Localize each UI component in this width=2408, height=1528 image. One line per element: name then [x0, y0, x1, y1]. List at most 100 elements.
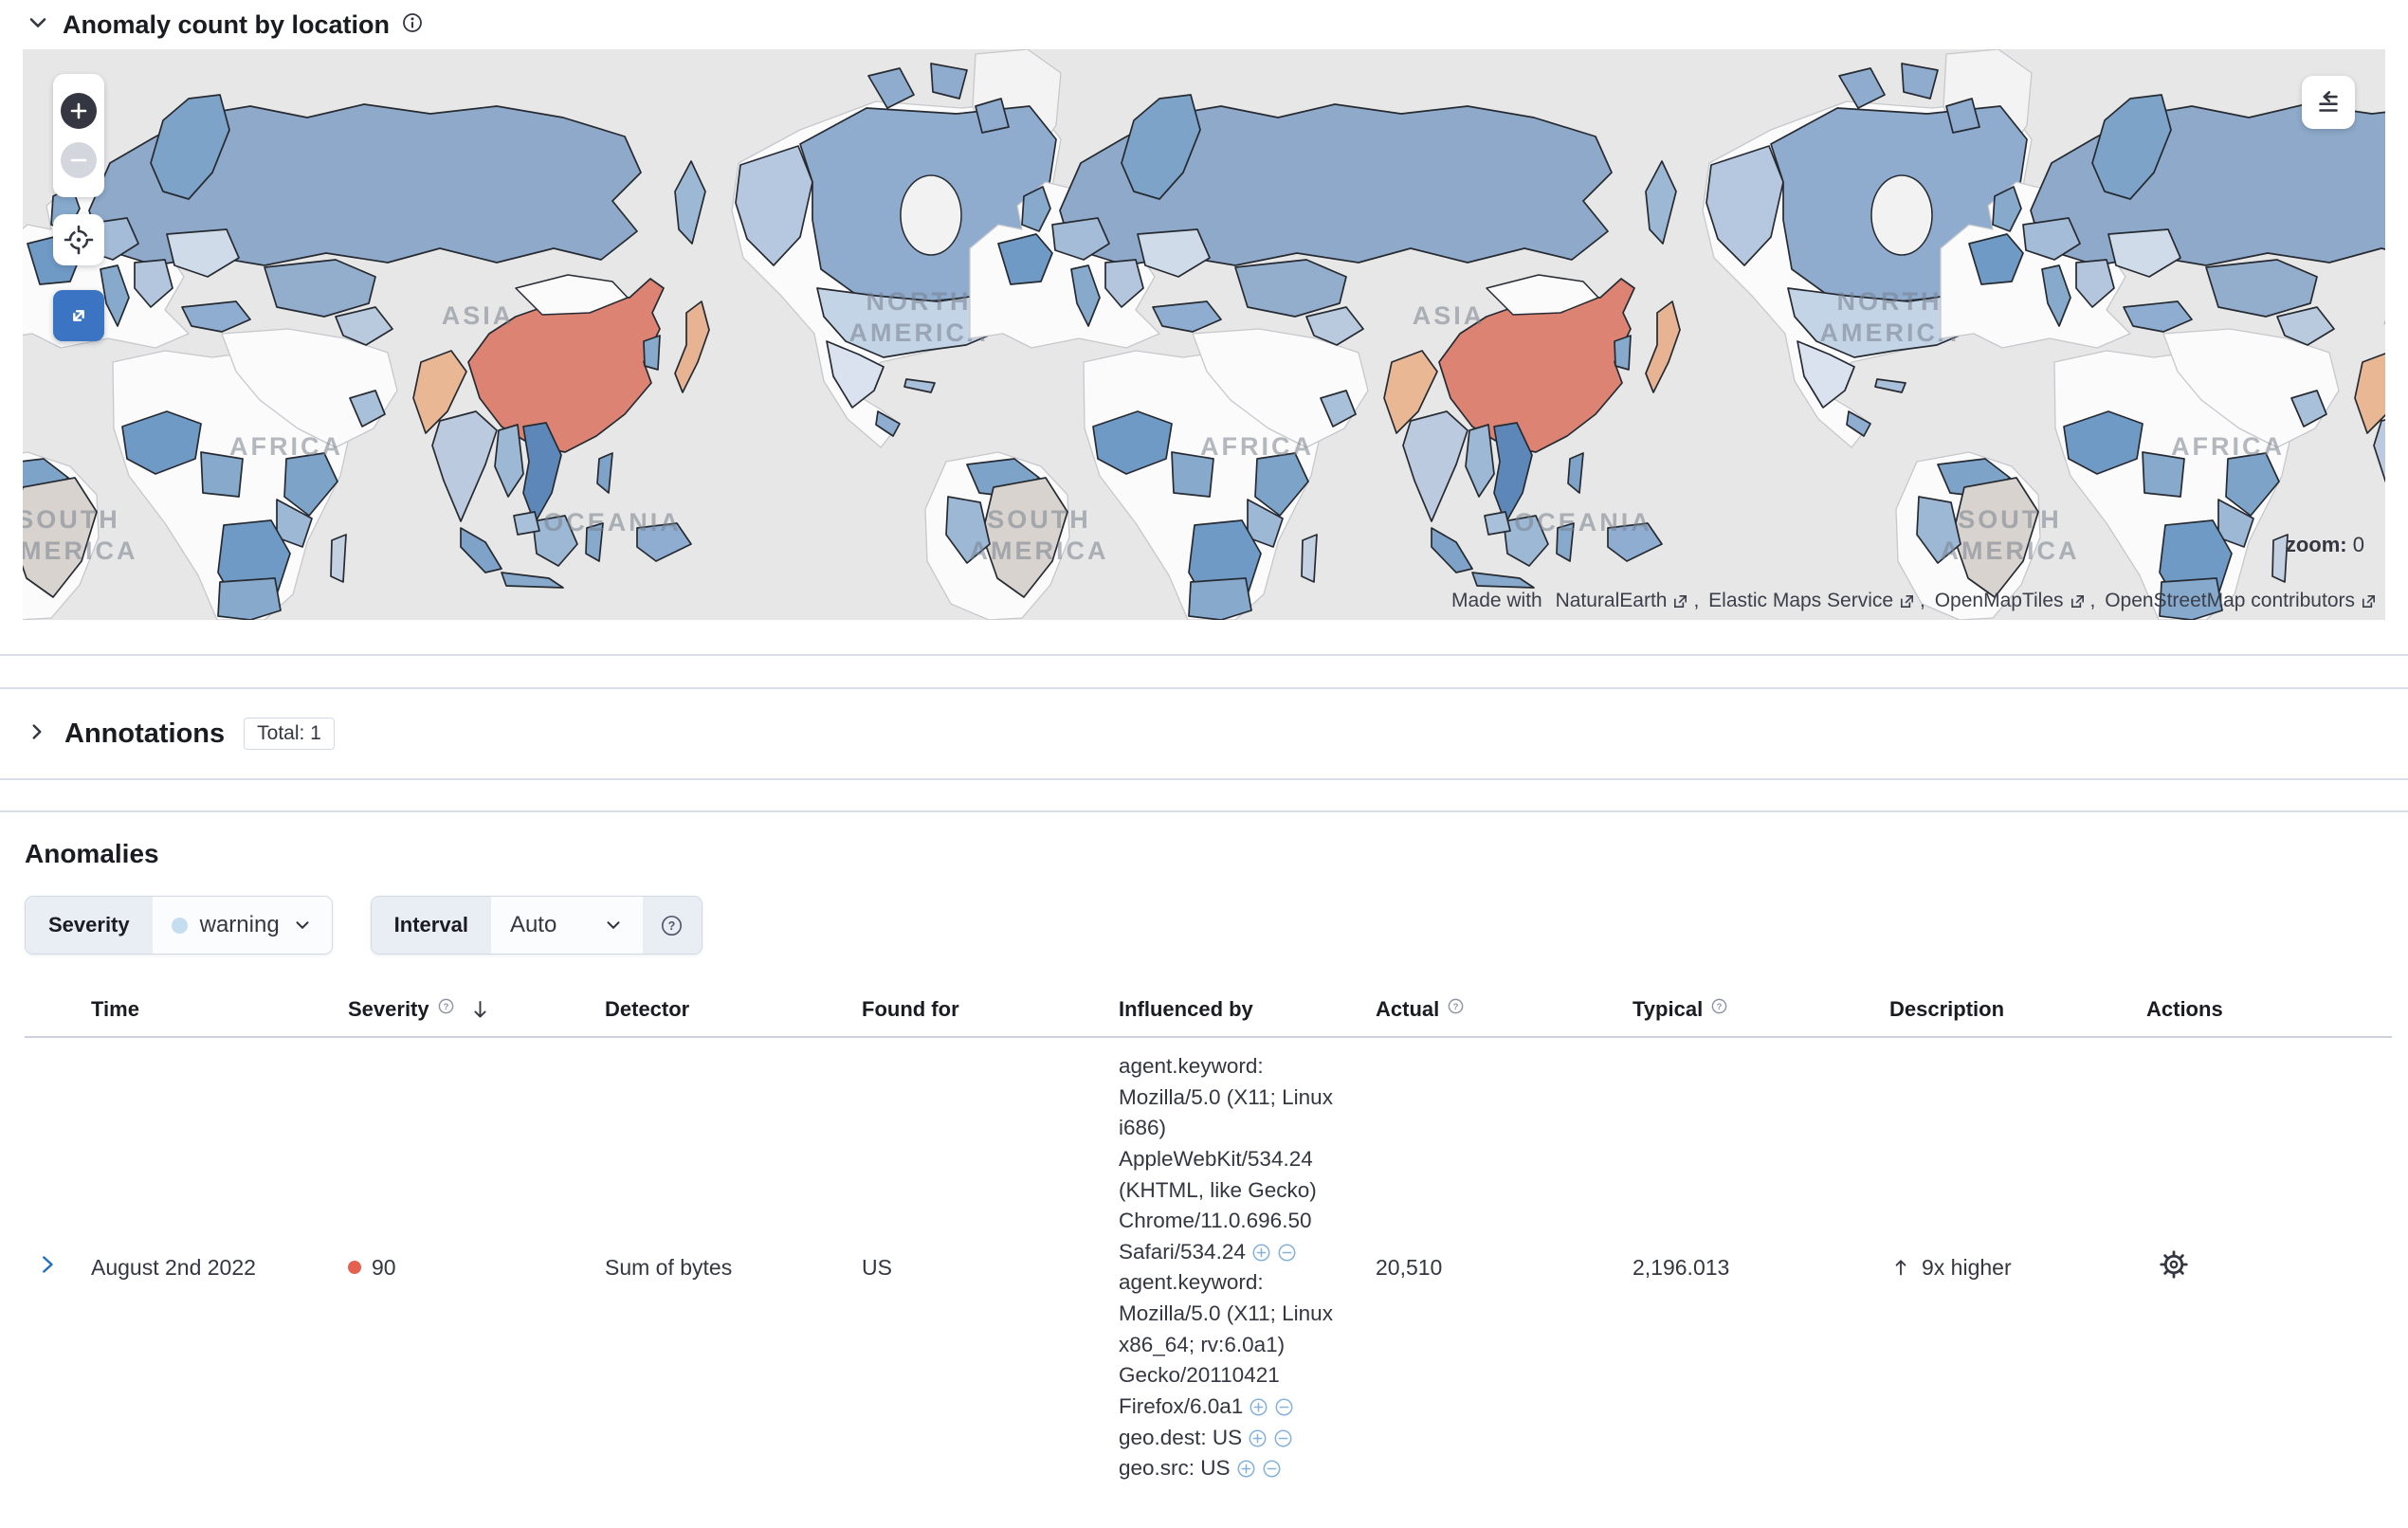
- filter-out-icon[interactable]: [1273, 1428, 1293, 1448]
- column-header-influenced-by[interactable]: Influenced by: [1107, 983, 1364, 1038]
- severity-filter-value: warning: [199, 912, 280, 937]
- column-header-time[interactable]: Time: [80, 983, 337, 1038]
- critical-severity-dot: [348, 1261, 361, 1275]
- attribution-prefix: Made with: [1451, 590, 1542, 611]
- info-icon[interactable]: [401, 11, 424, 39]
- column-header-severity[interactable]: Severity ?: [337, 983, 593, 1038]
- chevron-down-icon: [296, 921, 309, 929]
- filter-out-icon[interactable]: [1277, 1243, 1297, 1263]
- external-link-icon: [2071, 594, 2084, 608]
- crosshair-icon: [64, 225, 94, 255]
- anomaly-typical: 2,196.013: [1633, 1254, 1730, 1280]
- severity-filter-group: Severity warning: [25, 896, 333, 955]
- column-header-found-for[interactable]: Found for: [850, 983, 1107, 1038]
- zoom-indicator-value: 0: [2352, 533, 2364, 556]
- column-header-actions: Actions: [2135, 983, 2392, 1038]
- influencer-item: agent.keyword: Mozilla/5.0 (X11; Linux x…: [1119, 1270, 1333, 1418]
- panel-divider: [0, 778, 2408, 780]
- world-map-canvas[interactable]: ASIA NORTH AMERICA AFRICA SOUTH AMERICA …: [23, 49, 2385, 620]
- interval-filter-label: Interval: [371, 897, 491, 954]
- anomaly-severity: 90: [348, 1255, 582, 1281]
- external-link-icon: [1901, 594, 1914, 608]
- filter-out-icon[interactable]: [1274, 1397, 1294, 1417]
- influencer-item: geo.dest: US: [1119, 1423, 1353, 1454]
- sort-descending-icon: [474, 1000, 486, 1017]
- chevron-down-icon[interactable]: [25, 9, 51, 41]
- expand-map-button[interactable]: [53, 290, 104, 341]
- svg-text:?: ?: [443, 1002, 448, 1012]
- question-icon: ?: [438, 998, 453, 1013]
- chevron-down-icon: [607, 921, 620, 929]
- question-icon: ?: [1448, 998, 1464, 1013]
- collapse-legend-button[interactable]: [2302, 76, 2355, 129]
- anomaly-detector: Sum of bytes: [605, 1254, 733, 1280]
- minus-icon: [70, 158, 87, 162]
- zoom-in-button[interactable]: [61, 93, 97, 129]
- question-icon: ?: [1711, 998, 1727, 1013]
- anomaly-row: August 2nd 2022 90 Sum of bytes US agent…: [25, 1037, 2392, 1498]
- panel-divider: [0, 654, 2408, 656]
- expand-icon: [73, 310, 84, 321]
- anomalies-panel: Anomalies Severity warning Interval Auto…: [0, 812, 2408, 1498]
- expand-row-button[interactable]: [36, 1253, 59, 1279]
- anomaly-map[interactable]: ASIA NORTH AMERICA AFRICA SOUTH AMERICA …: [23, 49, 2385, 620]
- map-panel: Anomaly count by location zoom: 0 Made w…: [0, 0, 2408, 620]
- filter-for-icon[interactable]: [1249, 1397, 1268, 1417]
- anomaly-time: August 2nd 2022: [91, 1254, 256, 1280]
- annotations-title: Annotations: [64, 718, 226, 749]
- column-header-detector[interactable]: Detector: [593, 983, 850, 1038]
- external-link-icon: [1674, 594, 1687, 608]
- zoom-out-button[interactable]: [61, 142, 97, 178]
- plus-icon: [70, 102, 87, 119]
- map-panel-header[interactable]: Anomaly count by location: [0, 0, 2408, 49]
- filter-for-icon[interactable]: [1248, 1428, 1268, 1448]
- attribution-link[interactable]: OpenStreetMap contributors: [2105, 590, 2378, 612]
- filter-for-icon[interactable]: [1236, 1459, 1256, 1479]
- gear-icon: [2160, 1250, 2188, 1280]
- annotations-header[interactable]: Annotations Total: 1: [0, 689, 2408, 778]
- anomaly-description: 9x higher: [1889, 1255, 2124, 1281]
- attribution-link[interactable]: Elastic Maps Service: [1708, 590, 1916, 612]
- external-link-icon: [2362, 594, 2376, 608]
- column-header-description[interactable]: Description: [1878, 983, 2135, 1038]
- menu-left-icon: [2319, 91, 2338, 112]
- column-header-actual[interactable]: Actual ?: [1364, 983, 1621, 1038]
- filter-out-icon[interactable]: [1262, 1459, 1282, 1479]
- table-header-row: Time Severity ? Detector Found for Influ…: [25, 983, 2392, 1038]
- map-attribution: Made with NaturalEarth , Elastic Maps Se…: [1451, 590, 2378, 612]
- anomalies-title: Anomalies: [25, 839, 159, 868]
- expander-column-header: [25, 983, 80, 1038]
- interval-filter-value: Auto: [509, 912, 557, 937]
- svg-text:?: ?: [1717, 1002, 1723, 1012]
- influencer-item: geo.src: US: [1119, 1453, 1353, 1484]
- warning-severity-dot: [171, 917, 188, 934]
- filter-for-icon[interactable]: [1251, 1243, 1271, 1263]
- question-icon: ?: [662, 915, 683, 936]
- attribution-link[interactable]: OpenMapTiles: [1935, 590, 2087, 612]
- fit-to-data-button[interactable]: [53, 214, 104, 265]
- severity-filter-label: Severity: [26, 897, 153, 954]
- zoom-indicator: zoom: 0: [2286, 533, 2364, 557]
- attribution-link[interactable]: NaturalEarth: [1556, 590, 1690, 612]
- map-panel-title: Anomaly count by location: [63, 9, 391, 39]
- column-header-typical[interactable]: Typical ?: [1621, 983, 1878, 1038]
- severity-filter-select[interactable]: warning: [152, 897, 332, 954]
- svg-text:?: ?: [1453, 1002, 1459, 1012]
- arrow-up-icon: [1895, 1260, 1906, 1276]
- interval-filter-select[interactable]: Auto: [490, 897, 643, 954]
- anomalies-table: Time Severity ? Detector Found for Influ…: [25, 983, 2392, 1498]
- influencer-item: agent.keyword: Mozilla/5.0 (X11; Linux i…: [1119, 1054, 1333, 1264]
- chevron-right-icon[interactable]: [25, 719, 49, 749]
- severity-score: 90: [372, 1254, 396, 1280]
- anomaly-influenced-by: agent.keyword: Mozilla/5.0 (X11; Linux i…: [1107, 1037, 1364, 1498]
- svg-text:?: ?: [668, 919, 676, 933]
- interval-filter-group: Interval Auto ?: [370, 896, 702, 955]
- annotations-total-badge: Total: 1: [244, 718, 335, 750]
- anomalies-filters: Severity warning Interval Auto ?: [25, 896, 2383, 955]
- anomaly-actual: 20,510: [1376, 1254, 1443, 1280]
- chevron-right-icon: [43, 1256, 53, 1274]
- row-actions-button[interactable]: [2158, 1248, 2190, 1283]
- interval-help-button[interactable]: ?: [642, 897, 702, 954]
- zoom-indicator-label: zoom:: [2285, 533, 2347, 556]
- anomaly-found-for: US: [862, 1254, 892, 1280]
